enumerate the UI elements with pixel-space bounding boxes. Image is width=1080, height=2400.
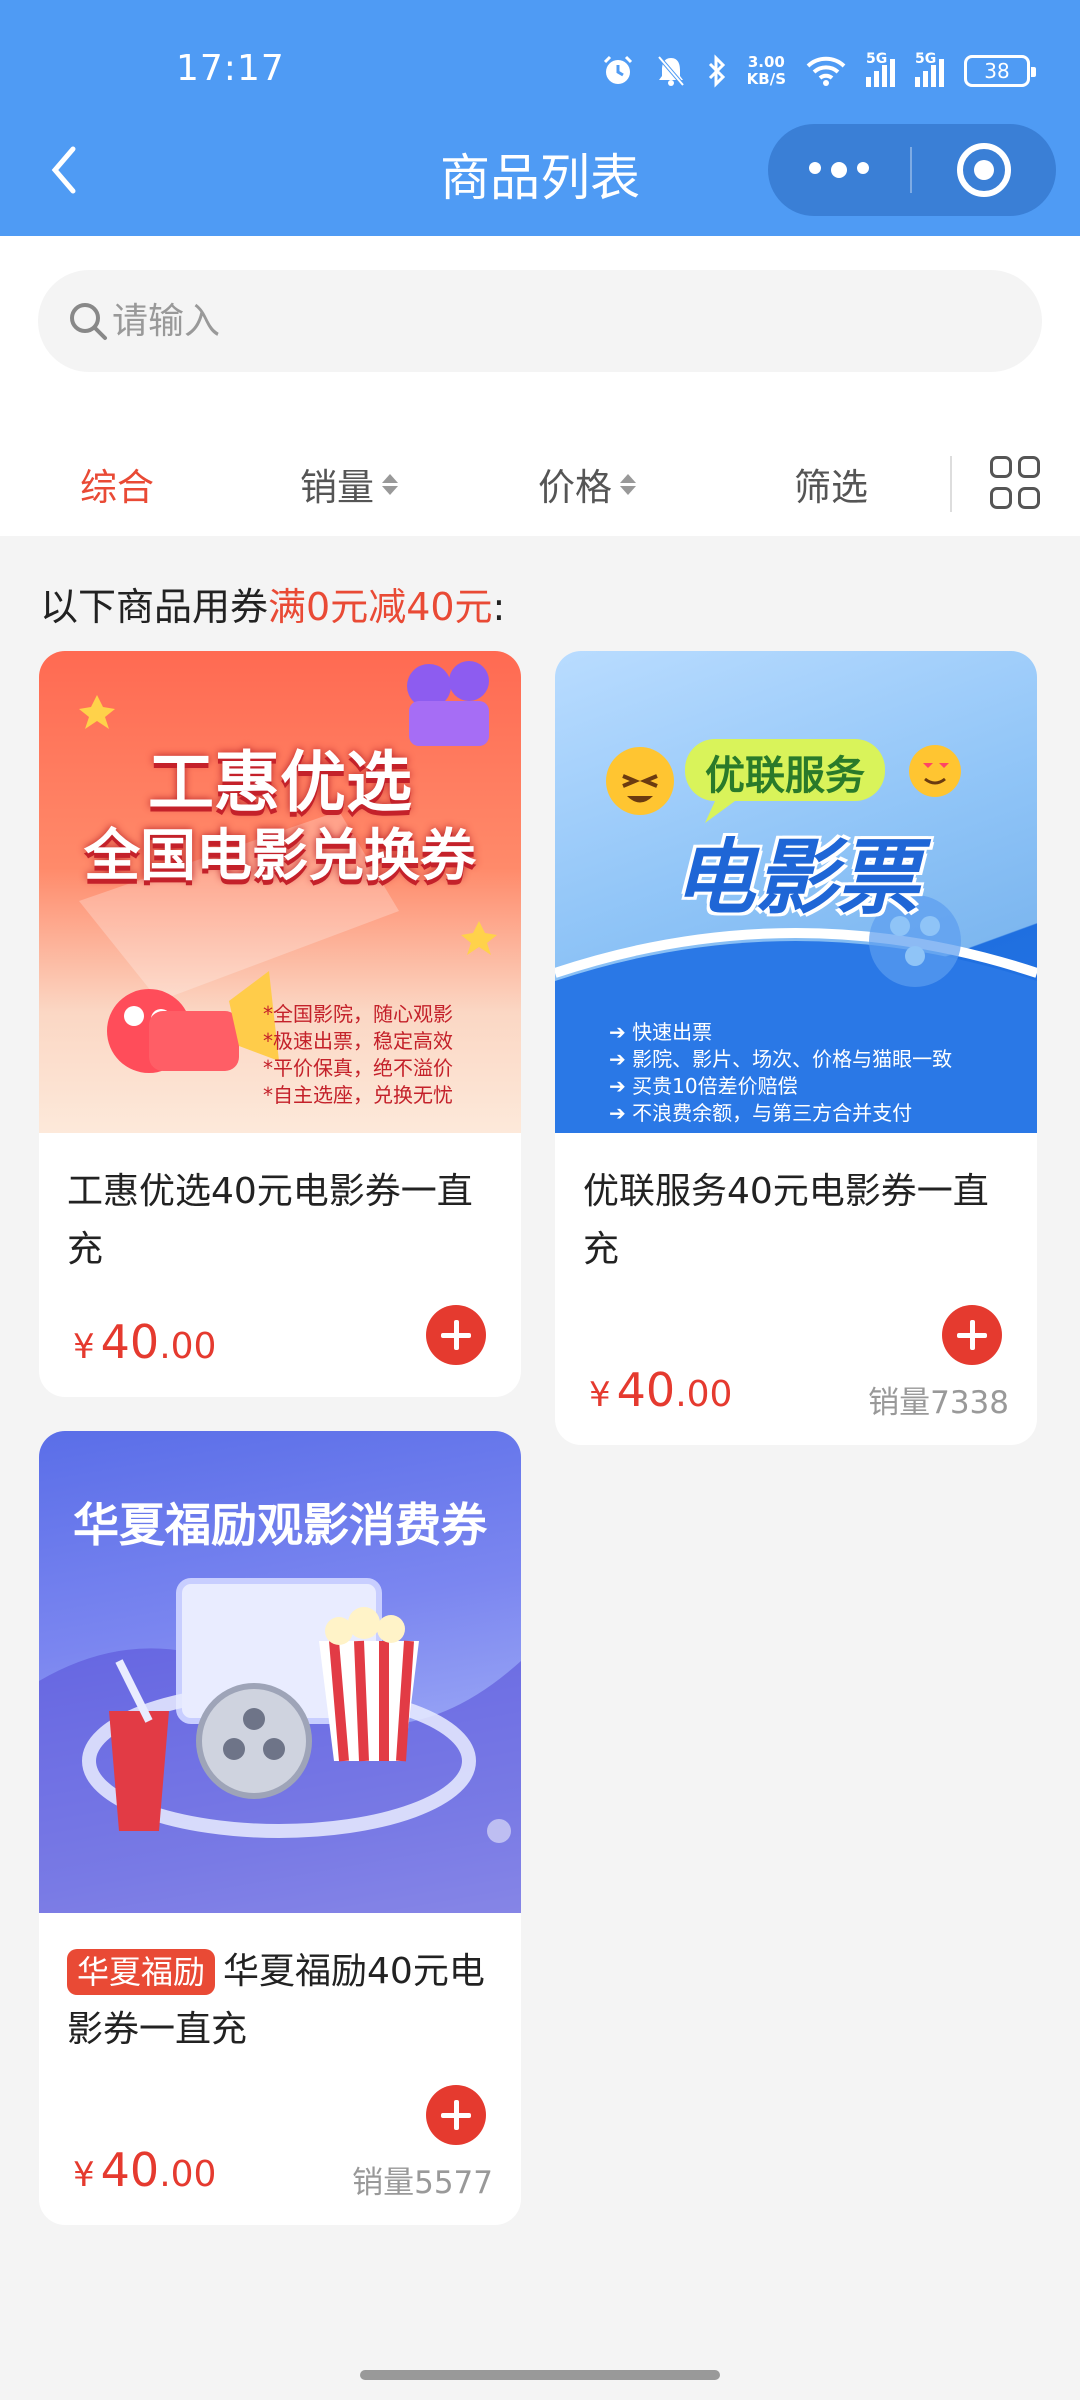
filter-tabs: 综合 销量 价格 筛选 [0, 434, 1080, 534]
filter-sales-label: 销量 [300, 466, 374, 509]
price-currency: ¥ [73, 1327, 95, 1367]
search-bar[interactable] [38, 270, 1042, 372]
product-name: 工惠优选40元电影券一直充 [67, 1171, 473, 1270]
sales-count: 销量7338 [868, 1385, 1009, 1421]
image-point-text: 快速出票 [632, 1020, 713, 1044]
filter-screen-label: 筛选 [794, 466, 868, 509]
image-points: *全国影院，随心观影 *极速出票，稳定高效 *平价保真，绝不溢价 *自主选座，兑… [263, 1001, 453, 1109]
signal-2-label: 5G [915, 51, 937, 67]
home-indicator[interactable] [360, 2370, 720, 2380]
image-point: ➔ 不浪费余额，与第三方合并支付 [609, 1101, 913, 1125]
status-icons: 3.00 KB/S 5G 5G 38 [601, 48, 1036, 94]
image-point: *平价保真，绝不溢价 [263, 1056, 453, 1080]
product-name: 优联服务40元电影券一直充 [583, 1171, 989, 1270]
image-point: ➔ 影院、影片、场次、价格与猫眼一致 [609, 1047, 953, 1071]
image-points: ➔ 快速出票 ➔ 影院、影片、场次、价格与猫眼一致 ➔ 买贵10倍差价赔偿 ➔ … [609, 1019, 952, 1127]
image-point: ➔ 买贵10倍差价赔偿 [609, 1074, 798, 1098]
mini-program-capsule [768, 124, 1056, 216]
filter-price-label: 价格 [538, 466, 612, 509]
cell-signal-2: 5G [915, 51, 944, 87]
product-price: ¥40.00 [73, 2143, 216, 2197]
product-card[interactable]: 华夏福励观影消费券 华夏福励 华夏福励40元电影券一直充 ¥40.00 销量557… [39, 1431, 521, 2225]
image-point: ➔ 快速出票 [609, 1020, 713, 1044]
brand-tag: 华夏福励 [67, 1949, 216, 1995]
product-price: ¥40.00 [589, 1363, 732, 1417]
image-badge: 优联服务 [705, 753, 865, 799]
sales-count: 销量5577 [352, 2165, 493, 2201]
add-to-cart-button[interactable] [426, 2085, 486, 2145]
sort-arrows-icon [620, 473, 636, 495]
filter-sales[interactable]: 销量 [300, 434, 398, 534]
alarm-icon [601, 54, 635, 88]
product-card[interactable]: 工惠优选 全国电影兑换券 *全国影院，随心观影 *极速出票，稳定高效 *平价保真… [39, 651, 521, 1397]
filter-screen[interactable]: 筛选 [794, 434, 868, 534]
coupon-prefix: 以下商品用券 [40, 585, 269, 629]
net-speed: 3.00 KB/S [747, 54, 786, 88]
product-image: 工惠优选 全国电影兑换券 *全国影院，随心观影 *极速出票，稳定高效 *平价保真… [39, 651, 521, 1133]
net-speed-value: 3.00 [747, 53, 785, 71]
image-subheadline: 全国电影兑换券 [84, 824, 476, 889]
cell-signal-1: 5G [866, 51, 895, 87]
search-filter-panel: 综合 销量 价格 筛选 [0, 236, 1080, 536]
more-options-button[interactable] [768, 162, 910, 178]
target-icon [957, 143, 1011, 197]
product-card[interactable]: 优联服务 电影票 ➔ 快速出票 ➔ 影院、影片、场次、价格与猫眼一致 ➔ 买贵1… [555, 651, 1037, 1445]
status-time: 17:17 [176, 48, 285, 89]
top-app-bar: 17:17 3.00 KB/S 5G 5G 38 商品列表 [0, 0, 1080, 236]
bluetooth-icon [707, 54, 727, 88]
mute-bell-icon [655, 54, 687, 88]
close-mini-program-button[interactable] [912, 143, 1056, 197]
sort-arrows-icon [382, 473, 398, 495]
product-name: 华夏福励 华夏福励40元电影券一直充 [67, 1943, 507, 2059]
signal-1-label: 5G [866, 51, 888, 67]
image-point-text: 影院、影片、场次、价格与猫眼一致 [632, 1047, 953, 1071]
price-integer: 40 [100, 2143, 160, 2197]
coupon-suffix: : [492, 585, 506, 629]
wifi-icon [806, 56, 846, 86]
net-speed-unit: KB/S [746, 70, 786, 88]
add-to-cart-button[interactable] [426, 1305, 486, 1365]
price-integer: 40 [100, 1315, 160, 1369]
filter-divider [950, 456, 952, 512]
price-integer: 40 [616, 1363, 676, 1417]
image-point: *全国影院，随心观影 [263, 1002, 453, 1026]
add-to-cart-button[interactable] [942, 1305, 1002, 1365]
filter-comprehensive-label: 综合 [80, 466, 154, 509]
layout-grid-icon[interactable] [990, 456, 1046, 512]
coupon-highlight: 满0元减40元 [268, 585, 493, 629]
image-point-text: 买贵10倍差价赔偿 [632, 1074, 798, 1098]
search-input[interactable] [112, 300, 992, 342]
filter-comprehensive[interactable]: 综合 [80, 434, 154, 534]
battery-indicator: 38 [964, 55, 1036, 87]
image-point: *自主选座，兑换无忧 [263, 1083, 453, 1107]
price-decimal: .00 [159, 1326, 217, 1367]
image-headline: 电影票 [673, 831, 919, 926]
search-icon [70, 303, 107, 340]
price-decimal: .00 [675, 1374, 733, 1415]
image-point: *极速出票，稳定高效 [263, 1029, 453, 1053]
filter-price[interactable]: 价格 [538, 434, 636, 534]
product-image: 优联服务 电影票 ➔ 快速出票 ➔ 影院、影片、场次、价格与猫眼一致 ➔ 买贵1… [555, 651, 1037, 1133]
price-decimal: .00 [159, 2154, 217, 2195]
product-image: 华夏福励观影消费券 [39, 1431, 521, 1913]
price-currency: ¥ [589, 1375, 611, 1415]
price-currency: ¥ [73, 2155, 95, 2195]
image-headline: 华夏福励观影消费券 [73, 1498, 487, 1552]
product-price: ¥40.00 [73, 1315, 216, 1369]
image-point-text: 不浪费余额，与第三方合并支付 [632, 1101, 913, 1125]
coupon-notice: 以下商品用券满0元减40元: [40, 576, 505, 631]
